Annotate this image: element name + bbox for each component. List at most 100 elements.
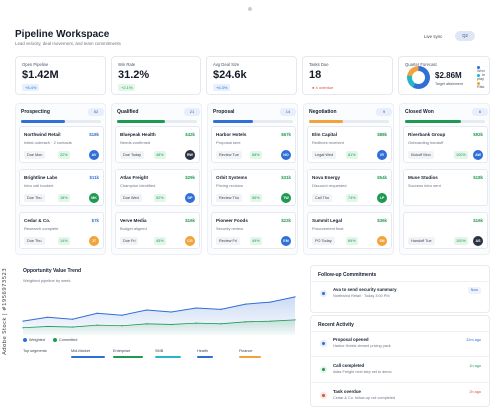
owner-avatar[interactable]: JT <box>89 236 99 246</box>
deal-card[interactable]: Riverbank Group $92k Onboarding handoff Kic… <box>403 126 488 163</box>
deal-card[interactable]: Nova Energy $54k Discount requested Call Th… <box>307 169 392 206</box>
deal-card[interactable]: Harbor Hotels $67k Proposal sent Review Tue… <box>211 126 296 163</box>
data-point[interactable] <box>146 323 148 325</box>
owner-avatar[interactable]: TW <box>281 193 291 203</box>
deal-note: Research complete <box>24 226 59 231</box>
deal-due-chip[interactable]: Review Tue <box>216 151 242 159</box>
pipeline-column-proposal: Proposal 14 Harbor Hotels $67k Proposal sent… <box>207 103 298 255</box>
deal-probability: 68% <box>250 151 262 159</box>
deal-name: Summit Legal <box>312 218 343 223</box>
column-progress-bar <box>21 120 101 123</box>
deal-card[interactable]: Cedar & Co. $7k Research complete Due Thu 14… <box>19 212 104 249</box>
owner-avatar[interactable]: CG <box>185 236 195 246</box>
activity-title-text[interactable]: Task overdue <box>333 389 361 394</box>
data-point[interactable] <box>71 318 74 320</box>
owner-avatar[interactable]: AW <box>473 150 483 160</box>
deal-due-chip[interactable]: Review Fri <box>216 237 240 245</box>
deal-card[interactable]: Summit Legal $36k Procurement final PO Toda… <box>307 212 392 249</box>
deal-name: Muse Studios <box>408 175 438 180</box>
data-point[interactable] <box>220 323 222 325</box>
kpi-win-rate[interactable]: Win Rate 31.2% +2.1% <box>111 56 201 95</box>
quarter-toggle[interactable]: Q2 <box>455 31 475 41</box>
kpi-avg-deal-size[interactable]: Avg Deal Size $24.6k +6.3% <box>206 56 297 95</box>
deal-note: Security review <box>216 226 244 231</box>
data-point[interactable] <box>146 309 148 311</box>
deal-probability: 45% <box>154 237 166 245</box>
deal-card[interactable]: Muse Studios $18k Success intro sent <box>403 169 488 206</box>
data-point[interactable] <box>96 312 98 314</box>
legend-committed[interactable]: Committed <box>53 338 77 342</box>
owner-avatar[interactable]: MK <box>89 193 99 203</box>
commitment-status-chip[interactable]: Now <box>467 287 481 294</box>
deal-card[interactable]: Atlas Freight $29k Champion identified Due … <box>115 169 200 206</box>
deal-card[interactable]: Northwind Retail $18k Initial outreach · 2… <box>19 126 104 163</box>
column-title: Closed Won <box>405 109 434 115</box>
deal-due-chip[interactable]: Due Fri <box>120 237 139 245</box>
data-point[interactable] <box>220 308 222 310</box>
deal-card[interactable]: $16k Handoff Tue 100% AS <box>403 212 488 249</box>
deal-card[interactable]: Pioneer Foods $22k Security review Review F… <box>211 212 296 249</box>
data-point[interactable] <box>244 303 247 305</box>
deal-amount: $7k <box>91 218 99 223</box>
deal-card[interactable]: Bluepeak Health $42k Needs confirmed Due To… <box>115 126 200 163</box>
data-point[interactable] <box>121 314 123 316</box>
data-point[interactable] <box>96 324 98 326</box>
deal-due-chip[interactable]: Due Mon <box>24 151 46 159</box>
commitment-title[interactable]: Ava to send security summary <box>333 287 397 292</box>
data-point[interactable] <box>47 325 49 328</box>
deal-due-chip[interactable]: Due Today <box>120 151 145 159</box>
page-subtitle: Lead velocity, deal movement, and team c… <box>15 41 121 46</box>
kpi-tasks-due[interactable]: Tasks Due 18 ● 4 overdue <box>302 56 393 95</box>
owner-avatar[interactable]: IR <box>377 150 387 160</box>
deal-probability: 14% <box>58 237 70 245</box>
owner-avatar[interactable]: RW <box>185 150 195 160</box>
deal-due-chip[interactable]: Due Wed <box>120 194 142 202</box>
deal-card[interactable]: Orbit Systems $31k Pricing revision Review … <box>211 169 296 206</box>
column-count-badge: 52 <box>88 108 104 116</box>
deal-due-chip[interactable]: PO Today <box>312 237 335 245</box>
owner-avatar[interactable]: AS <box>473 236 483 246</box>
owner-avatar[interactable]: SN <box>377 236 387 246</box>
data-point[interactable] <box>195 307 197 309</box>
deal-probability: 81% <box>346 151 358 159</box>
deal-due-chip[interactable]: Due Thu <box>24 194 45 202</box>
data-point[interactable] <box>22 327 24 329</box>
deal-due-chip[interactable]: Kickoff Mon <box>408 151 434 159</box>
data-point[interactable] <box>294 296 296 298</box>
deal-due-chip[interactable]: Due Thu <box>24 237 45 245</box>
kpi-quarter-forecast[interactable]: Quarter Forecast $2.86M Target attainmen… <box>398 56 490 95</box>
deal-due-chip[interactable]: Handoff Tue <box>408 237 435 245</box>
data-point[interactable] <box>269 320 271 322</box>
followup-title: Follow-up Commitments <box>318 272 377 278</box>
owner-avatar[interactable]: DP <box>185 193 195 203</box>
owner-avatar[interactable]: AV <box>89 150 99 160</box>
data-point[interactable] <box>244 321 247 323</box>
data-point[interactable] <box>47 316 49 318</box>
legend-risk-label: Risk <box>477 85 485 89</box>
deal-name: Cedar & Co. <box>24 218 51 223</box>
deal-card[interactable]: Elm Capital $88k Redlines received Legal We… <box>307 126 392 163</box>
deal-due-chip[interactable]: Legal Wed <box>312 151 337 159</box>
owner-avatar[interactable]: LP <box>377 193 387 203</box>
kpi-open-pipeline[interactable]: Open Pipeline $1.42M +8.4% <box>15 56 106 95</box>
deal-name: Bluepeak Health <box>120 132 156 137</box>
commitment-dot-icon <box>320 290 327 297</box>
data-point[interactable] <box>71 326 74 328</box>
data-point[interactable] <box>269 301 271 303</box>
data-point[interactable] <box>170 323 172 326</box>
deal-card[interactable]: Verve Media $16k Budget aligned Due Fri 45% C… <box>115 212 200 249</box>
legend-weighted[interactable]: Weighted <box>23 338 45 342</box>
activity-title-text[interactable]: Call completed <box>333 363 364 368</box>
deal-card[interactable]: Brightline Labs $11k Intro call booked Due … <box>19 169 104 206</box>
owner-avatar[interactable]: NO <box>281 150 291 160</box>
data-point[interactable] <box>170 311 172 313</box>
data-point[interactable] <box>22 320 24 322</box>
activity-title-text[interactable]: Proposal opened <box>333 337 369 342</box>
owner-avatar[interactable]: EM <box>281 236 291 246</box>
activity-time: 1h ago <box>469 364 481 368</box>
data-point[interactable] <box>294 319 296 321</box>
deal-due-chip[interactable]: Call Thu <box>312 194 333 202</box>
data-point[interactable] <box>121 325 123 327</box>
data-point[interactable] <box>195 322 197 324</box>
deal-due-chip[interactable]: Review Thu <box>216 194 242 202</box>
